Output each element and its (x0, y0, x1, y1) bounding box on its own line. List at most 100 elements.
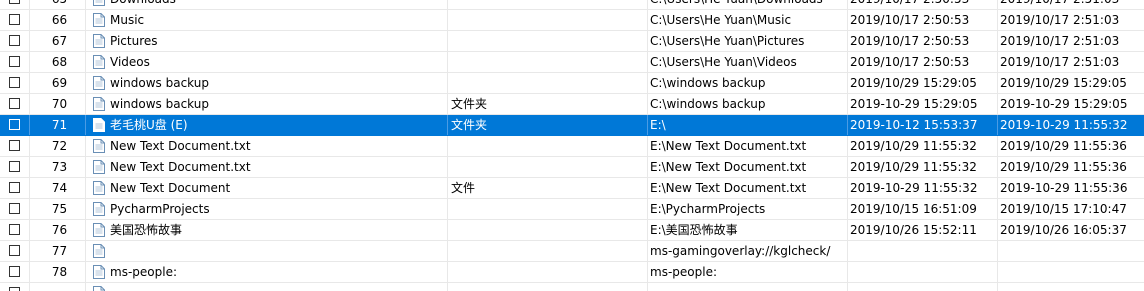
row-name: New Text Document (110, 181, 231, 195)
row-name: windows backup (110, 76, 209, 90)
row-date-created (848, 262, 998, 282)
row-date-created (848, 241, 998, 261)
table-row[interactable]: 67 Pictures C:\Users\He Yuan\Pictures 2019/… (0, 31, 1144, 52)
row-type (448, 157, 648, 177)
row-path (648, 283, 848, 291)
table-row[interactable]: 71 老毛桃U盘 (E) 文件夹 E:\ 2019-10-12 15:53:37 2019… (0, 115, 1144, 136)
row-name: New Text Document.txt (110, 139, 251, 153)
table-row[interactable] (0, 283, 1144, 291)
row-date-modified (998, 262, 1144, 282)
row-path: C:\Users\He Yuan\Music (648, 10, 848, 30)
document-icon (93, 34, 105, 48)
row-checkbox[interactable] (9, 203, 20, 214)
row-checkbox[interactable] (9, 224, 20, 235)
document-icon (93, 223, 105, 237)
table-row[interactable]: 69 windows backup C:\windows backup 2019/10… (0, 73, 1144, 94)
row-date-created: 2019-10-29 15:29:05 (848, 94, 998, 114)
row-path: C:\windows backup (648, 73, 848, 93)
row-path: E:\PycharmProjects (648, 199, 848, 219)
row-name-cell: 老毛桃U盘 (E) (86, 115, 448, 135)
row-date-created: 2019-10-12 15:53:37 (848, 115, 998, 135)
row-index: 65 (30, 0, 86, 9)
row-date-modified: 2019/10/17 2:51:03 (1000, 13, 1120, 27)
row-name: ms-people: (110, 265, 177, 279)
row-name: New Text Document.txt (110, 160, 251, 174)
row-index (30, 283, 86, 291)
file-list-grid: 65DownloadsC:\Users\He Yuan\Downloads201… (0, 0, 1144, 291)
row-checkbox[interactable] (9, 119, 20, 130)
row-date-modified: 2019-10-29 11:55:36 (1000, 181, 1128, 195)
row-date-modified: 2019/10/29 11:55:36 (1000, 139, 1127, 153)
document-icon (93, 13, 105, 27)
row-date-created: 2019/10/15 16:51:09 (848, 199, 998, 219)
row-date-modified: 2019/10/15 17:10:47 (1000, 202, 1127, 216)
row-type (448, 283, 648, 291)
table-row[interactable]: 75 PycharmProjects E:\PycharmProjects 2019/… (0, 199, 1144, 220)
row-checkbox[interactable] (9, 56, 20, 67)
row-type: 文件夹 (448, 115, 648, 135)
row-checkbox[interactable] (9, 266, 20, 277)
row-checkbox[interactable] (9, 245, 20, 256)
row-index: 74 (30, 178, 86, 198)
row-name-cell: ms-people: (86, 262, 448, 282)
row-path: C:\windows backup (648, 94, 848, 114)
table-row[interactable]: 73 New Text Document.txt E:\New Text Docum… (0, 157, 1144, 178)
row-type (448, 73, 648, 93)
row-checkbox[interactable] (9, 0, 20, 4)
row-name-cell: New Text Document.txt (86, 157, 448, 177)
row-index: 76 (30, 220, 86, 240)
row-checkbox-cell (0, 178, 30, 198)
row-checkbox-cell (0, 262, 30, 282)
row-path: C:\Users\He Yuan\Downloads (648, 0, 848, 9)
row-name: Videos (110, 55, 150, 69)
row-name-cell: Music (86, 10, 448, 30)
row-name: 老毛桃U盘 (E) (110, 118, 188, 132)
row-checkbox[interactable] (9, 182, 20, 193)
row-checkbox[interactable] (9, 35, 20, 46)
document-icon (93, 160, 105, 174)
row-name-cell: windows backup (86, 94, 448, 114)
row-checkbox-cell (0, 199, 30, 219)
row-path: E:\New Text Document.txt (648, 136, 848, 156)
table-row[interactable]: 68 Videos C:\Users\He Yuan\Videos 2019/10/1… (0, 52, 1144, 73)
row-name: Downloads (110, 0, 176, 6)
row-checkbox[interactable] (9, 161, 20, 172)
row-checkbox-cell (0, 136, 30, 156)
row-checkbox-cell (0, 241, 30, 261)
row-date-modified: 2019/10/17 2:51:03 (1000, 55, 1120, 69)
row-name: PycharmProjects (110, 202, 210, 216)
row-date-created: 2019/10/29 11:55:32 (848, 157, 998, 177)
table-row[interactable]: 76 美国恐怖故事 E:\美国恐怖故事 2019/10/26 15:52:11 2019… (0, 220, 1144, 241)
row-checkbox[interactable] (9, 287, 20, 291)
row-date-modified (998, 241, 1144, 261)
row-date-modified: 2019/10/29 11:55:36 (1000, 160, 1127, 174)
document-icon (93, 0, 105, 6)
row-date-created: 2019/10/29 15:29:05 (848, 73, 998, 93)
table-row[interactable]: 72 New Text Document.txt E:\New Text Docum… (0, 136, 1144, 157)
row-type (448, 10, 648, 30)
row-name-cell (86, 283, 448, 291)
row-checkbox[interactable] (9, 98, 20, 109)
row-date-created: 2019/10/17 2:50:53 (848, 10, 998, 30)
table-row[interactable]: 78 ms-people: ms-people: (0, 262, 1144, 283)
row-date-modified: 2019-10-29 11:55:32 (1000, 118, 1128, 132)
row-checkbox[interactable] (9, 140, 20, 151)
row-checkbox[interactable] (9, 14, 20, 25)
row-index: 73 (30, 157, 86, 177)
row-checkbox[interactable] (9, 77, 20, 88)
row-type (448, 31, 648, 51)
row-path: ms-people: (648, 262, 848, 282)
row-index: 71 (30, 115, 86, 135)
table-row[interactable]: 70 windows backup 文件夹 C:\windows backup 2019… (0, 94, 1144, 115)
row-index: 75 (30, 199, 86, 219)
row-name: Music (110, 13, 145, 27)
row-date-modified (998, 283, 1144, 291)
row-checkbox-cell (0, 10, 30, 30)
row-type (448, 0, 648, 9)
table-row[interactable]: 66 Music C:\Users\He Yuan\Music 2019/10/17 … (0, 10, 1144, 31)
table-row[interactable]: 65DownloadsC:\Users\He Yuan\Downloads201… (0, 0, 1144, 10)
row-checkbox-cell (0, 73, 30, 93)
table-row[interactable]: 74 New Text Document 文件 E:\New Text Documen… (0, 178, 1144, 199)
table-row[interactable]: 77 ms-gamingoverlay://kglcheck/ (0, 241, 1144, 262)
file-list-rows: 65DownloadsC:\Users\He Yuan\Downloads201… (0, 0, 1144, 291)
